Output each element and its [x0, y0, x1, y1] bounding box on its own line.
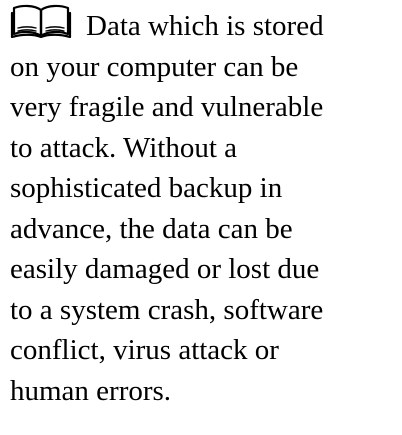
note-line-1: Data which is stored: [10, 4, 398, 47]
note-line-6: advance, the data can be: [10, 212, 293, 245]
note-line-4: to attack. Without a: [10, 131, 238, 164]
open-book-icon: [10, 4, 72, 38]
note-line-3: very fragile and vulnerable: [10, 91, 324, 123]
note-text: Data which is stored: [86, 10, 324, 42]
note-line-8: to a system crash, software: [10, 293, 324, 326]
note-line-10: human errors.: [10, 374, 172, 407]
note-line-5: sophisticated backup in: [10, 172, 283, 204]
note-line-7: easily damaged or lost due: [10, 253, 320, 285]
info-note: Data which is stored on your computer ca…: [10, 4, 398, 411]
note-line-9: conflict, virus attack or: [10, 334, 279, 366]
note-line-2: on your computer can be: [10, 50, 299, 83]
